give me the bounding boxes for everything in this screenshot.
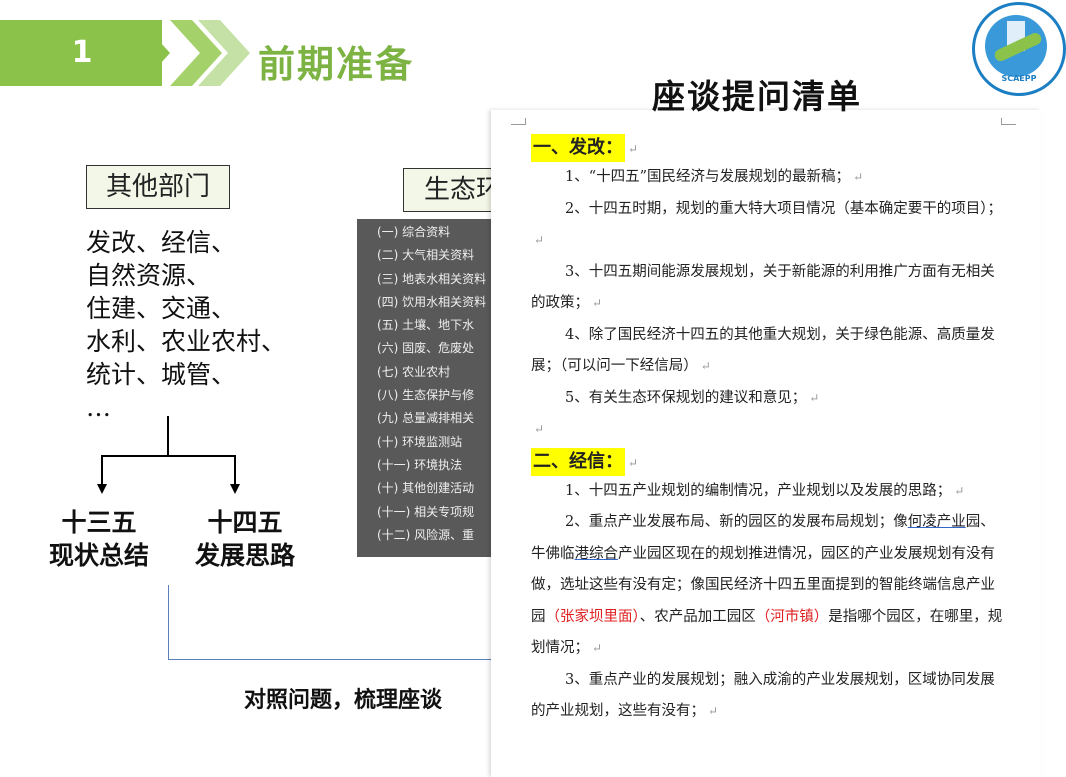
red-note: （河市镇）	[755, 608, 829, 625]
material-item: (十) 其他创建活动	[377, 481, 475, 496]
paragraph-text: 1、十四五产业规划的编制情况，产业规划以及发展的思路；	[565, 482, 952, 499]
connector-line	[168, 585, 169, 660]
paragraph: 1、“十四五”国民经济与发展规划的最新稿； ↵	[565, 169, 864, 185]
document-body: 一、发改： ↵ 1、“十四五”国民经济与发展规划的最新稿； ↵ 2、十四五时期，规划…	[531, 132, 1006, 728]
material-item: (九) 总量减排相关	[377, 411, 475, 426]
chevron-icons	[170, 20, 250, 86]
material-item: (八) 生态保护与修	[377, 388, 475, 403]
other-departments-box: 其他部门	[86, 165, 230, 209]
dept-line: 水利、农业农村、	[86, 327, 287, 356]
section-number: 1	[71, 35, 93, 70]
branch-13th: 十三五 现状总结	[40, 506, 158, 572]
connector-line	[101, 455, 236, 457]
material-item: (四) 饮用水相关资料	[377, 294, 487, 309]
dept-line: 住建、交通、	[86, 294, 237, 323]
paragraph-text: 3、重点产业的发展规划；融入成渝的产业发展规划，区域协同发展的产业规划，这些有没…	[531, 671, 995, 720]
logo-abbrev: SCAEPP	[1001, 74, 1037, 83]
branch-14th: 十四五 发展思路	[186, 506, 304, 572]
material-list-panel: (一) 综合资料 (二) 大气相关资料 (三) 地表水相关资料 (四) 饮用水相…	[357, 219, 495, 557]
dept-line: 统计、城管、	[86, 360, 237, 389]
paragraph: 3、重点产业的发展规划；融入成渝的产业发展规划，区域协同发展的产业规划，这些有没…	[531, 671, 995, 720]
material-item: (三) 地表水相关资料	[377, 271, 487, 286]
material-item: (二) 大气相关资料	[377, 248, 475, 263]
paragraph: 1、十四五产业规划的编制情况，产业规划以及发展的思路； ↵	[565, 482, 965, 499]
material-item: (一) 综合资料	[377, 225, 451, 239]
margin-corner	[511, 118, 526, 125]
empty-paragraph: ↵	[534, 422, 545, 436]
material-item: (十二) 风险源、重	[377, 527, 475, 542]
underlined-term: 港综合	[574, 545, 619, 562]
arrow-down-icon	[97, 484, 107, 494]
margin-corner	[1001, 118, 1016, 125]
connector-line	[168, 659, 498, 660]
dept-line: …	[86, 393, 111, 422]
document-page: 一、发改： ↵ 1、“十四五”国民经济与发展规划的最新稿； ↵ 2、十四五时期，规划…	[491, 110, 1041, 777]
department-list: 发改、经信、 自然资源、 住建、交通、 水利、农业农村、 统计、城管、 …	[86, 226, 286, 424]
document-title: 座谈提问清单	[652, 77, 862, 116]
organization-logo: SCAEPP	[972, 2, 1066, 96]
material-item: (六) 固废、危废处	[377, 341, 475, 356]
paragraph: 3、十四五期间能源发展规划，关于新能源的利用推广方面有无相关的政策； ↵	[531, 263, 995, 312]
paragraph: 2、十四五时期，规划的重大特大项目情况（基本确定要干的项目）；↵	[534, 200, 1002, 248]
paragraph-text: 2、十四五时期，规划的重大特大项目情况（基本确定要干的项目）；	[565, 200, 1002, 217]
material-item: (十) 环境监测站	[377, 434, 463, 449]
material-item: (七) 农业农村	[377, 364, 451, 379]
connector-line	[101, 455, 103, 485]
arrow-down-icon	[230, 484, 240, 494]
section-heading: 一、发改：	[531, 134, 625, 162]
underlined-term: 何凌产业	[907, 514, 966, 530]
paragraph-text: 5、有关生态环保规划的建议和意见；	[565, 389, 807, 406]
paragraph: 5、有关生态环保规划的建议和意见； ↵	[565, 389, 820, 406]
paragraph: 2、重点产业发展布局、新的园区的发展布局规划；像何凌产业园、牛佛临港综合产业园区…	[531, 514, 1003, 656]
branch-label: 现状总结	[48, 541, 149, 570]
section-title: 前期准备	[258, 43, 414, 86]
paragraph-text: 、农产品加工园区	[639, 608, 756, 625]
red-note: （张家坝里面）	[545, 608, 640, 625]
header-arrow	[140, 20, 170, 86]
dept-line: 发改、经信、	[86, 228, 237, 257]
paragraph: 4、除了国民经济十四五的其他重大规划，关于绿色能源、高质量发展；（可以问一下经信…	[531, 326, 995, 375]
material-item: (五) 土壤、地下水	[377, 318, 475, 333]
branch-label: 发展思路	[194, 541, 295, 570]
paragraph-text: 2、重点产业发展布局、新的园区的发展布局规划；像	[565, 514, 908, 530]
paragraph-text: 1、“十四五”国民经济与发展规划的最新稿；	[565, 169, 851, 185]
branch-label: 十三五	[61, 508, 137, 537]
branch-label: 十四五	[207, 508, 283, 537]
dept-line: 自然资源、	[86, 261, 212, 290]
connector-line	[167, 416, 169, 456]
connector-line	[234, 455, 236, 485]
paragraph-text: 4、除了国民经济十四五的其他重大规划，关于绿色能源、高质量发展；（可以问一下经信…	[531, 326, 995, 375]
conclusion-text: 对照问题，梳理座谈	[244, 687, 443, 713]
material-item: (十一) 环境执法	[377, 457, 463, 472]
material-item: (十一) 相关专项规	[377, 504, 475, 519]
section-heading: 二、经信：	[531, 447, 625, 476]
